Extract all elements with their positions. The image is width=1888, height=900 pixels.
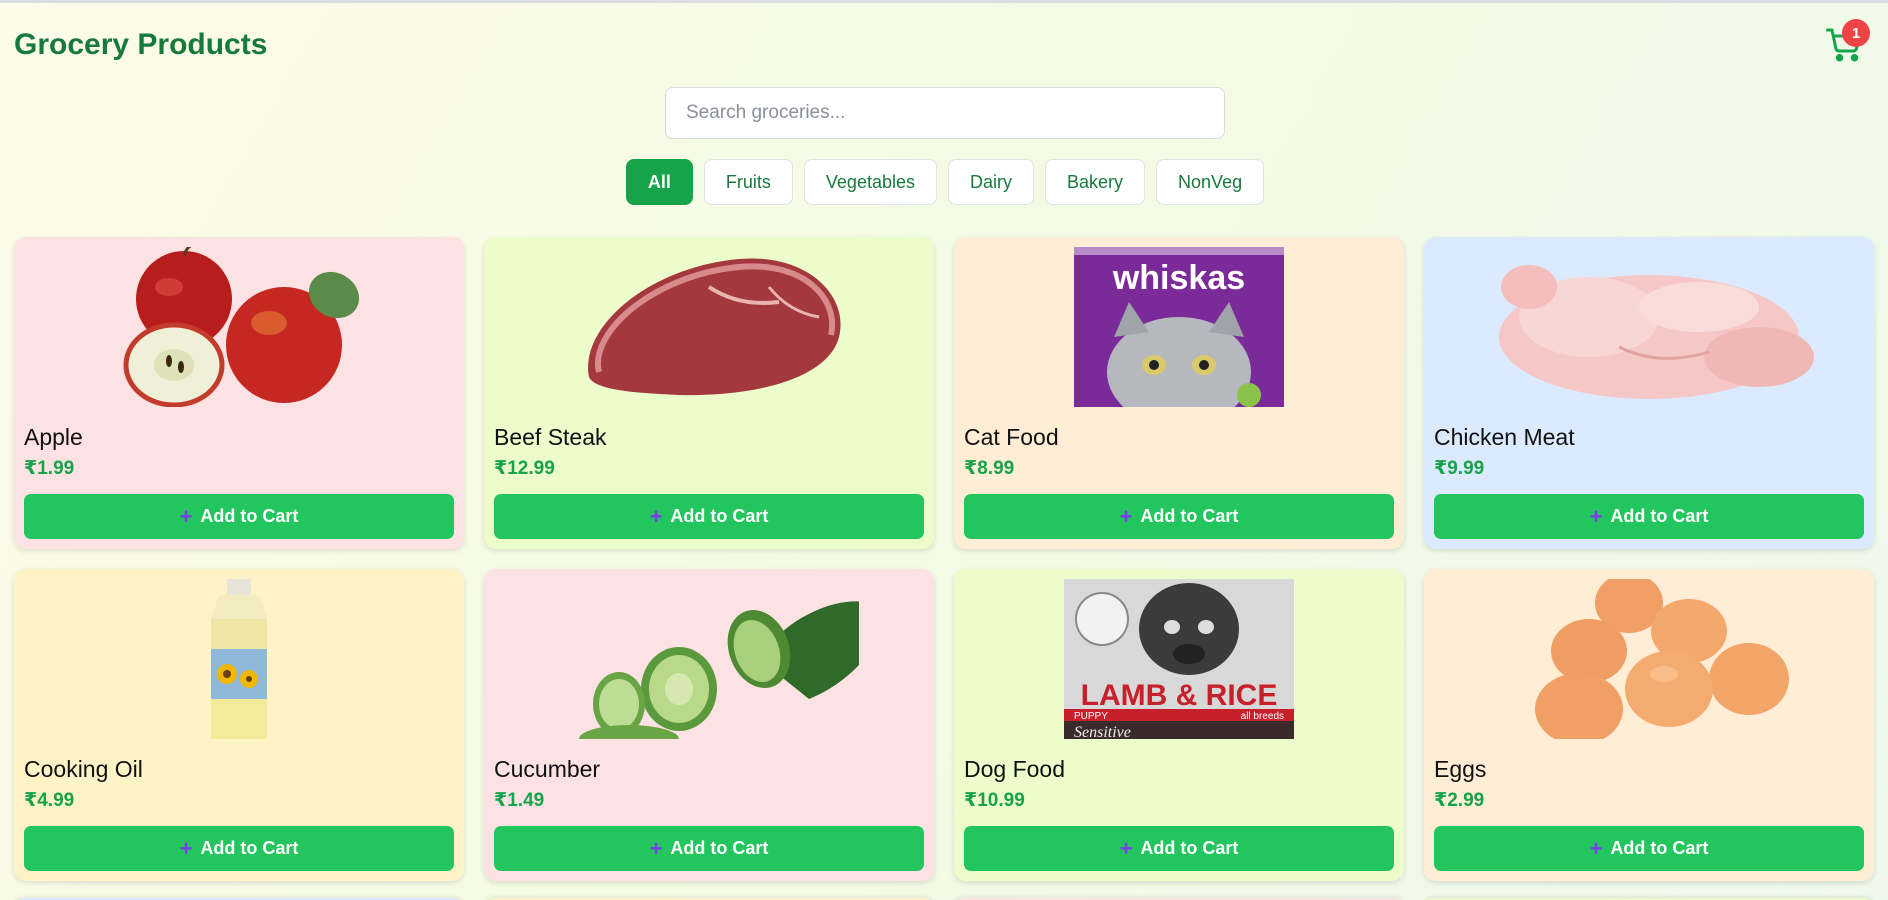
plus-icon: + (649, 835, 663, 861)
product-name: Cat Food (964, 424, 1059, 450)
product-image-steak (494, 247, 924, 407)
add-to-cart-label: Add to Cart (670, 506, 769, 526)
add-to-cart-button[interactable]: + Add to Cart (494, 826, 924, 871)
product-card: Beef Steak ₹12.99 + Add to Cart (484, 237, 934, 549)
plus-icon: + (1589, 503, 1603, 529)
add-to-cart-label: Add to Cart (1610, 506, 1709, 526)
add-to-cart-button[interactable]: + Add to Cart (24, 494, 454, 539)
add-to-cart-label: Add to Cart (1140, 506, 1239, 526)
product-image-chicken (1434, 247, 1864, 407)
add-to-cart-label: Add to Cart (200, 506, 299, 526)
search-input[interactable] (686, 102, 1204, 124)
add-to-cart-button[interactable]: + Add to Cart (964, 494, 1394, 539)
add-to-cart-label: Add to Cart (1610, 838, 1709, 858)
product-card: LAMB & RICE PUPPY all breeds Sensitive D… (954, 569, 1404, 881)
product-image-cucumber (494, 579, 924, 739)
filter-vegetables[interactable]: Vegetables (803, 159, 937, 205)
product-name: Cucumber (494, 756, 601, 782)
product-price: ₹9.99 (1434, 458, 1485, 479)
product-name: Dog Food (964, 756, 1066, 782)
product-price: ₹4.99 (24, 790, 75, 811)
product-price: ₹2.99 (1434, 790, 1485, 811)
product-image-cooking-oil (24, 579, 454, 739)
add-to-cart-button[interactable]: + Add to Cart (1434, 826, 1864, 871)
product-price: ₹8.99 (964, 458, 1015, 479)
product-image-cat-food: whiskas (964, 247, 1394, 407)
product-price: ₹10.99 (964, 790, 1025, 811)
product-card: Chicken Meat ₹9.99 + Add to Cart (1424, 237, 1874, 549)
plus-icon: + (1119, 835, 1133, 861)
plus-icon: + (179, 503, 193, 529)
product-name: Apple (24, 424, 83, 450)
product-price: ₹1.99 (24, 458, 75, 479)
add-to-cart-label: Add to Cart (1140, 838, 1239, 858)
add-to-cart-label: Add to Cart (670, 838, 769, 858)
filter-nonveg[interactable]: NonVeg (1156, 159, 1265, 205)
add-to-cart-button[interactable]: + Add to Cart (964, 826, 1394, 871)
product-image-dog-food: LAMB & RICE PUPPY all breeds Sensitive (964, 579, 1394, 739)
dog-food-puppy-text: PUPPY (1074, 711, 1108, 722)
filter-fruits[interactable]: Fruits (703, 159, 793, 205)
product-card: Cucumber ₹1.49 + Add to Cart (484, 569, 934, 881)
page-title: Grocery Products (14, 28, 268, 61)
plus-icon: + (1119, 503, 1133, 529)
product-name: Cooking Oil (24, 756, 143, 782)
cat-food-brand-text: whiskas (1112, 259, 1245, 297)
dog-food-breeds-text: all breeds (1241, 711, 1284, 722)
dog-food-sensitive-text: Sensitive (1074, 724, 1131, 739)
category-filters: All Fruits Vegetables Dairy Bakery NonVe… (0, 159, 1888, 205)
product-price: ₹12.99 (494, 458, 555, 479)
add-to-cart-button[interactable]: + Add to Cart (494, 494, 924, 539)
product-name: Chicken Meat (1434, 424, 1575, 450)
product-card: Apple ₹1.99 + Add to Cart (14, 237, 464, 549)
product-price: ₹1.49 (494, 790, 545, 811)
product-name: Beef Steak (494, 424, 607, 450)
filter-bakery[interactable]: Bakery (1045, 159, 1146, 205)
add-to-cart-button[interactable]: + Add to Cart (24, 826, 454, 871)
product-card: Cooking Oil ₹4.99 + Add to Cart (14, 569, 464, 881)
product-card: whiskas Cat Food ₹8.99 + Add to Cart (954, 237, 1404, 549)
plus-icon: + (179, 835, 193, 861)
search-box[interactable] (665, 87, 1225, 139)
plus-icon: + (649, 503, 663, 529)
product-card: Eggs ₹2.99 + Add to Cart (1424, 569, 1874, 881)
product-name: Eggs (1434, 756, 1487, 782)
cart-count-badge: 1 (1842, 19, 1870, 47)
plus-icon: + (1589, 835, 1603, 861)
filter-dairy[interactable]: Dairy (947, 159, 1034, 205)
add-to-cart-label: Add to Cart (200, 838, 299, 858)
product-grid: Apple ₹1.99 + Add to Cart Beef Steak ₹12… (14, 237, 1875, 881)
dog-food-title-text: LAMB & RICE (1081, 679, 1278, 712)
add-to-cart-button[interactable]: + Add to Cart (1434, 494, 1864, 539)
filter-all[interactable]: All (625, 159, 693, 205)
product-image-eggs (1434, 579, 1864, 739)
product-image-apple (24, 247, 454, 407)
